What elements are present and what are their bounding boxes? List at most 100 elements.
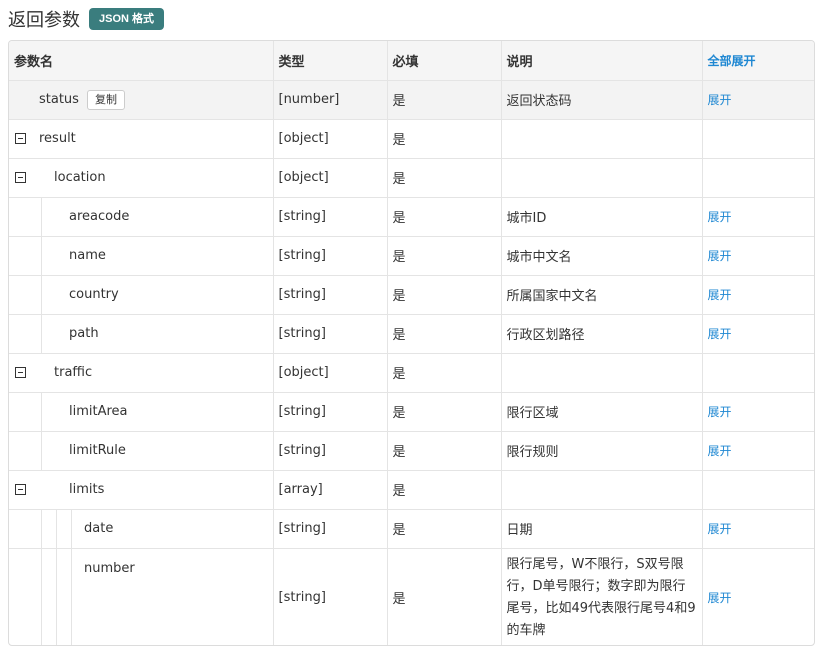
param-name-cell: path [9, 314, 274, 354]
column-header-actions: 全部展开 [702, 41, 814, 81]
expand-link[interactable]: 展开 [708, 249, 732, 263]
param-required: 是 [387, 470, 502, 510]
param-type: [string] [273, 392, 388, 432]
param-name: traffic [54, 365, 93, 380]
expand-all-link[interactable]: 全部展开 [708, 54, 756, 68]
param-name-cell: location [9, 158, 274, 198]
tree-guide-line [56, 509, 57, 547]
tree-guide-line [41, 314, 42, 352]
tree-guide-line [41, 509, 42, 547]
param-actions [702, 353, 814, 393]
tree-guide-line [41, 236, 42, 274]
tree-guide-line [41, 392, 42, 430]
tree-guide-line [56, 548, 57, 645]
copy-button[interactable]: 复制 [87, 89, 125, 110]
param-name: limitArea [69, 404, 128, 419]
param-description: 日期 [501, 509, 703, 549]
table-row-path: path [string] 是 行政区划路径 展开 [9, 314, 814, 354]
tree-guide-line [41, 197, 42, 235]
table-row-location: location [object] 是 [9, 158, 814, 198]
param-description: 城市中文名 [501, 236, 703, 276]
tree-guide-line [71, 548, 72, 645]
param-type: [object] [273, 158, 388, 198]
param-name: location [54, 170, 106, 185]
param-name: date [84, 521, 114, 536]
param-actions: 展开 [702, 80, 814, 120]
param-required: 是 [387, 158, 502, 198]
param-name-cell: name [9, 236, 274, 276]
param-required: 是 [387, 431, 502, 471]
param-name: limits [69, 482, 105, 497]
param-type: [object] [273, 119, 388, 159]
param-required: 是 [387, 275, 502, 315]
tree-guide-line [41, 431, 42, 469]
param-name: name [69, 248, 106, 263]
expand-link[interactable]: 展开 [708, 405, 732, 419]
expand-link[interactable]: 展开 [708, 327, 732, 341]
param-name: status [39, 92, 79, 107]
param-description [501, 119, 703, 159]
param-name: result [39, 131, 76, 146]
param-description: 返回状态码 [501, 80, 703, 120]
param-required: 是 [387, 80, 502, 120]
column-header-type: 类型 [273, 41, 388, 81]
table-row-traffic: traffic [object] 是 [9, 353, 814, 393]
param-name-cell: limitArea [9, 392, 274, 432]
table-row-limits: limits [array] 是 [9, 470, 814, 510]
params-table: 参数名 类型 必填 说明 全部展开 status 复制 [number] 是 返… [9, 41, 814, 645]
param-type: [string] [273, 197, 388, 237]
param-required: 是 [387, 236, 502, 276]
param-description: 限行尾号，W不限行，S双号限行，D单号限行；数字即为限行尾号，比如49代表限行尾… [501, 548, 703, 645]
param-required: 是 [387, 119, 502, 159]
table-row-limitrule: limitRule [string] 是 限行规则 展开 [9, 431, 814, 471]
param-actions: 展开 [702, 509, 814, 549]
param-required: 是 [387, 509, 502, 549]
param-name: areacode [69, 209, 130, 224]
param-actions: 展开 [702, 314, 814, 354]
param-type: [string] [273, 314, 388, 354]
column-header-required: 必填 [387, 41, 502, 81]
param-actions: 展开 [702, 548, 814, 645]
params-table-container: 参数名 类型 必填 说明 全部展开 status 复制 [number] 是 返… [8, 40, 815, 646]
table-row-number: number [string] 是 限行尾号，W不限行，S双号限行，D单号限行；… [9, 548, 814, 645]
param-type: [string] [273, 275, 388, 315]
expand-link[interactable]: 展开 [708, 288, 732, 302]
param-description: 城市ID [501, 197, 703, 237]
param-type: [object] [273, 353, 388, 393]
table-row-limitarea: limitArea [string] 是 限行区域 展开 [9, 392, 814, 432]
param-description: 限行区域 [501, 392, 703, 432]
param-actions [702, 119, 814, 159]
expand-link[interactable]: 展开 [708, 522, 732, 536]
format-badge: JSON 格式 [89, 8, 165, 30]
tree-guide-line [71, 509, 72, 547]
param-description [501, 470, 703, 510]
collapse-toggle-icon[interactable] [15, 132, 26, 144]
collapse-toggle-icon[interactable] [15, 483, 26, 495]
table-row-status: status 复制 [number] 是 返回状态码 展开 [9, 80, 814, 120]
param-required: 是 [387, 197, 502, 237]
param-actions: 展开 [702, 236, 814, 276]
param-required: 是 [387, 353, 502, 393]
param-actions: 展开 [702, 197, 814, 237]
param-required: 是 [387, 392, 502, 432]
expand-link[interactable]: 展开 [708, 444, 732, 458]
table-row-country: country [string] 是 所属国家中文名 展开 [9, 275, 814, 315]
param-type: [string] [273, 431, 388, 471]
param-name-cell: country [9, 275, 274, 315]
collapse-toggle-icon[interactable] [15, 366, 26, 378]
param-name-cell: limitRule [9, 431, 274, 471]
table-row-result: result [object] 是 [9, 119, 814, 159]
collapse-toggle-icon[interactable] [15, 171, 26, 183]
param-type: [string] [273, 548, 388, 645]
param-actions: 展开 [702, 431, 814, 471]
param-description: 限行规则 [501, 431, 703, 471]
param-name-cell: status 复制 [9, 80, 274, 120]
param-required: 是 [387, 314, 502, 354]
expand-link[interactable]: 展开 [708, 591, 732, 605]
expand-link[interactable]: 展开 [708, 93, 732, 107]
param-description: 行政区划路径 [501, 314, 703, 354]
expand-link[interactable]: 展开 [708, 210, 732, 224]
param-actions: 展开 [702, 392, 814, 432]
param-name: number [84, 560, 135, 576]
param-name-cell: areacode [9, 197, 274, 237]
